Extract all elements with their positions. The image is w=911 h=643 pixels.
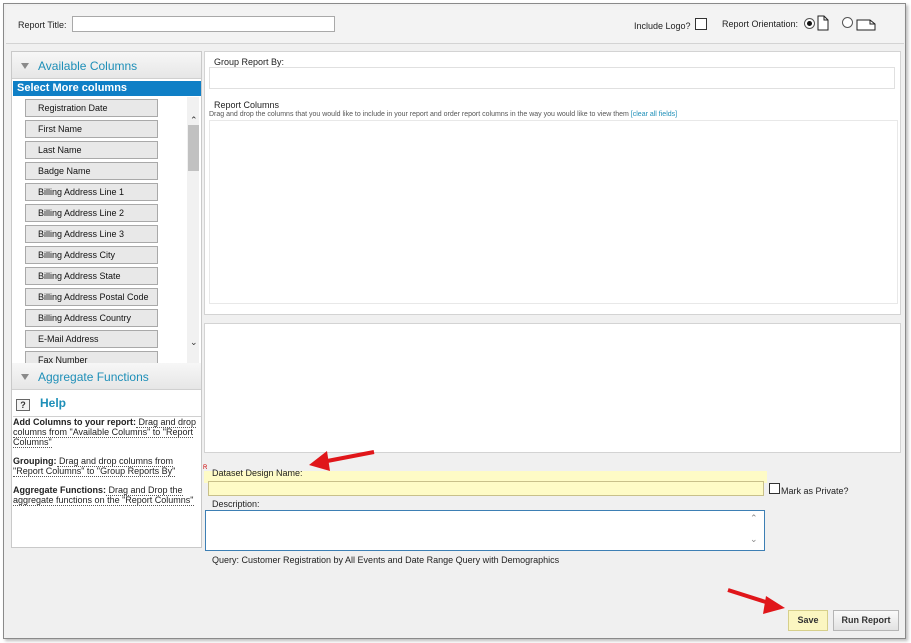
arrow-to-save-icon: [727, 588, 785, 614]
annotation-arrows: [309, 450, 785, 614]
arrow-to-dataset-name-icon: [309, 450, 375, 471]
